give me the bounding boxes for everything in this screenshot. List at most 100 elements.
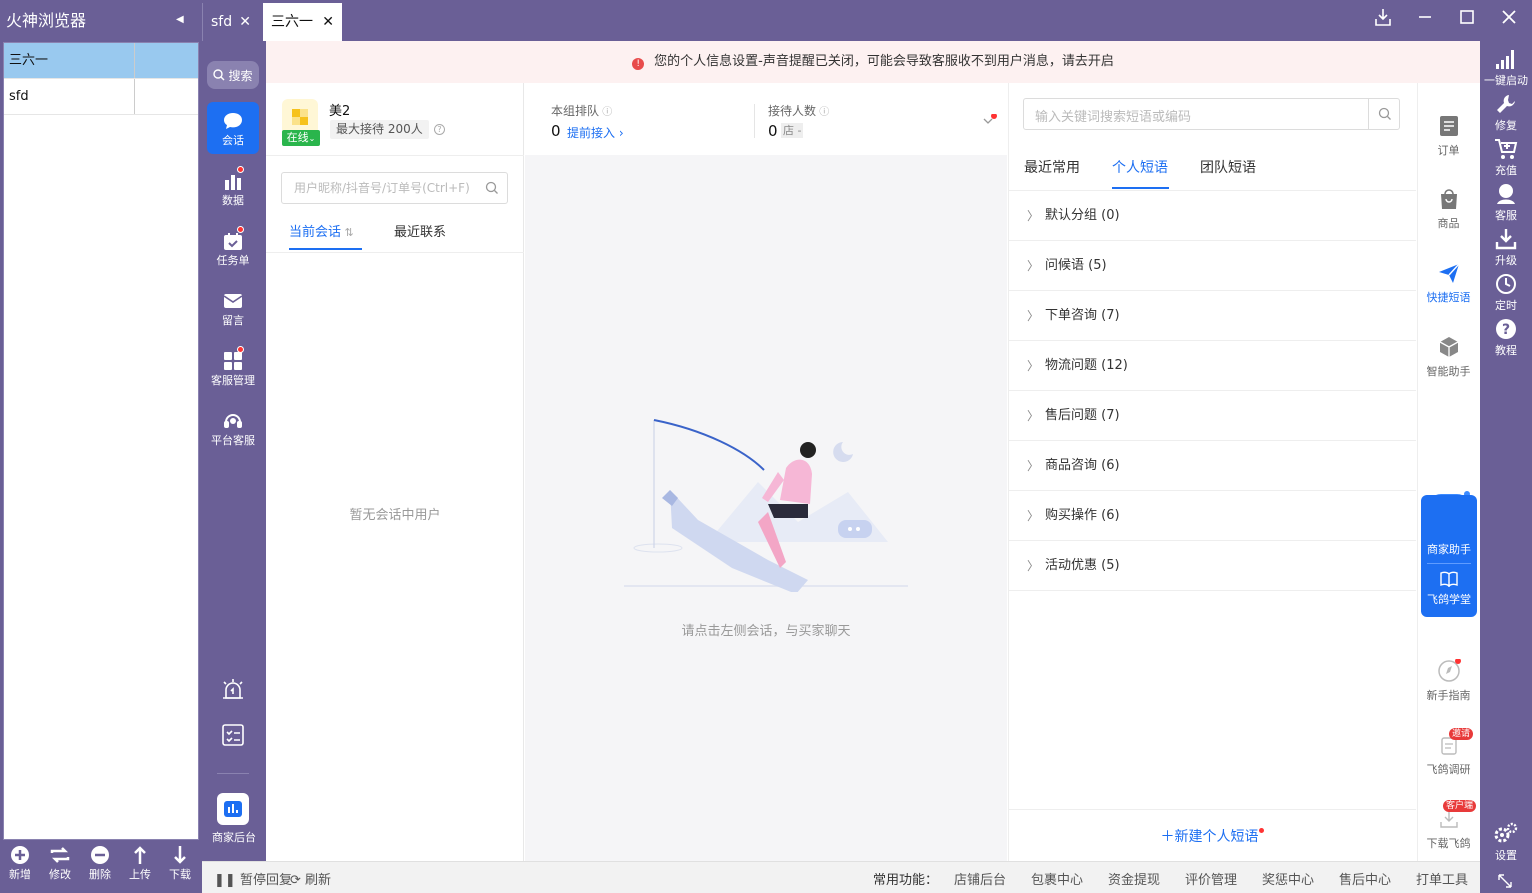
merchant-backend-icon[interactable] (217, 793, 249, 825)
phrase-group[interactable]: 〉售后问题 (7) (1008, 391, 1416, 441)
delete-account-button[interactable]: 删除 (82, 840, 118, 893)
phrase-group[interactable]: 〉默认分组 (0) (1008, 191, 1416, 241)
alarm-icon[interactable] (221, 678, 245, 700)
group-count: (12) (1101, 358, 1128, 373)
nav-item-tasks[interactable]: 任务单 (207, 222, 259, 274)
nav-item-messages[interactable]: 留言 (207, 282, 259, 334)
close-icon[interactable]: ✕ (239, 3, 251, 41)
phrase-group[interactable]: 〉商品咨询 (6) (1008, 441, 1416, 491)
recharge-button[interactable]: 充值 (1483, 136, 1529, 178)
search-icon[interactable] (485, 181, 499, 195)
link-parcel-center[interactable]: 包裹中心 (1031, 869, 1083, 888)
tab-recent-contacts[interactable]: 最近联系 (394, 221, 446, 240)
add-account-button[interactable]: 新增 (2, 840, 38, 893)
tool-products[interactable]: 商品 (1417, 186, 1480, 231)
calendar-check-icon (207, 226, 259, 252)
link-shop-backend[interactable]: 店铺后台 (954, 869, 1006, 888)
customer-service-button[interactable]: 客服 (1483, 181, 1529, 223)
chevron-right-icon: 〉 (1027, 409, 1040, 423)
chevron-right-icon: 〉 (1027, 559, 1040, 573)
nav-item-platform-cs[interactable]: 平台客服 (207, 402, 259, 454)
link-reward-center[interactable]: 奖惩中心 (1262, 869, 1314, 888)
merchant-helper-panel[interactable]: 商家助手 飞鸽学堂 (1421, 495, 1477, 617)
plus-icon: ＋ (1160, 829, 1175, 845)
sort-icon[interactable]: ⇅ (341, 226, 354, 239)
tool-quick-phrases[interactable]: 快捷短语 (1417, 260, 1480, 305)
group-name: 购买操作 (1045, 508, 1098, 523)
close-window-icon[interactable] (1498, 6, 1520, 28)
link-review-manage[interactable]: 评价管理 (1185, 869, 1237, 888)
phrase-search-button[interactable] (1368, 98, 1400, 130)
plus-circle-icon (2, 844, 38, 866)
far-right-label: 修复 (1495, 119, 1517, 132)
merchant-backend-label[interactable]: 商家后台 (203, 829, 265, 845)
maximize-icon[interactable] (1456, 6, 1478, 28)
download-client-icon: 客户端 (1417, 800, 1480, 832)
far-right-label: 升级 (1495, 254, 1517, 267)
notice-banner[interactable]: ! 您的个人信息设置-声音提醒已关闭，可能会导致客服收不到用户消息，请去开启 (266, 41, 1480, 83)
tutorial-button[interactable]: ? 教程 (1483, 316, 1529, 358)
online-status-dropdown[interactable]: 在线⌄ (282, 130, 320, 146)
far-right-label: 教程 (1495, 344, 1517, 357)
tool-research[interactable]: 邀请 飞鸽调研 (1417, 728, 1480, 777)
tool-guide[interactable]: 新手指南 (1417, 658, 1480, 703)
nav-item-label: 客服管理 (211, 374, 255, 387)
tool-smart-assistant[interactable]: 智能助手 (1417, 334, 1480, 379)
timer-button[interactable]: 定时 (1483, 271, 1529, 313)
account-row[interactable]: 三六一 (4, 43, 198, 79)
tool-orders[interactable]: 订单 (1417, 113, 1480, 158)
phrase-search-placeholder: 输入关键词搜索短语或编码 (1035, 110, 1192, 125)
phrase-group[interactable]: 〉购买操作 (6) (1008, 491, 1416, 541)
edit-account-button[interactable]: 修改 (42, 840, 78, 893)
link-print-tool[interactable]: 打单工具 (1416, 869, 1468, 888)
nav-search-button[interactable]: 搜索 (207, 61, 259, 89)
help-icon[interactable]: ⓘ (816, 107, 829, 118)
settings-button[interactable]: 设置 (1483, 821, 1529, 863)
upload-label: 上传 (129, 868, 151, 881)
group-name: 商品咨询 (1045, 458, 1098, 473)
account-row[interactable]: sfd (4, 79, 198, 115)
tab-recent-phrases[interactable]: 最近常用 (1024, 157, 1080, 177)
refresh-icon: ⟳ (290, 873, 301, 888)
nav-item-data[interactable]: 数据 (207, 162, 259, 214)
resize-icon[interactable] (1498, 874, 1512, 888)
tab-current-sessions[interactable]: 当前会话 ⇅ (289, 221, 354, 240)
upgrade-button[interactable]: 升级 (1483, 226, 1529, 268)
nav-divider (217, 773, 249, 774)
phrase-group[interactable]: 〉下单咨询 (7) (1008, 291, 1416, 341)
expand-stats-icon[interactable] (981, 114, 997, 128)
phrase-group[interactable]: 〉活动优惠 (5) (1008, 541, 1416, 591)
checklist-icon[interactable] (221, 723, 245, 747)
empty-chat-text: 请点击左侧会话，与买家聊天 (681, 624, 851, 639)
merchant-helper-label[interactable]: 商家助手 (1421, 541, 1477, 557)
tab-personal-phrases[interactable]: 个人短语 (1112, 157, 1168, 177)
phrase-group[interactable]: 〉物流问题 (12) (1008, 341, 1416, 391)
minimize-icon[interactable] (1414, 6, 1436, 28)
repair-button[interactable]: 修复 (1483, 91, 1529, 133)
tab-sfd[interactable]: sfd ✕ (202, 3, 259, 41)
chevron-right-icon: 〉 (1027, 259, 1040, 273)
tab-361[interactable]: 三六一 ✕ (263, 3, 342, 41)
help-icon[interactable]: ⓘ (599, 107, 612, 118)
customer-search-input[interactable]: 用户昵称/抖音号/订单号(Ctrl+F) (281, 172, 508, 204)
pause-reply-button[interactable]: ❚❚ 暂停回复 (214, 869, 292, 888)
tab-team-phrases[interactable]: 团队短语 (1200, 157, 1256, 177)
download-tray-icon[interactable] (1372, 6, 1394, 28)
one-click-start[interactable]: 一键启动 (1483, 46, 1529, 88)
school-label[interactable]: 飞鸽学堂 (1421, 591, 1477, 607)
link-withdraw[interactable]: 资金提现 (1108, 869, 1160, 888)
collapse-panel-icon[interactable]: ◀ (176, 14, 186, 26)
nav-item-label: 平台客服 (211, 434, 255, 447)
nav-item-cs-manage[interactable]: 客服管理 (207, 342, 259, 394)
early-access-link[interactable]: 提前接入 › (567, 124, 624, 141)
help-icon[interactable]: ? (434, 124, 445, 135)
nav-item-chat[interactable]: 会话 (207, 102, 259, 154)
new-phrase-button[interactable]: ＋新建个人短语 (1008, 826, 1416, 846)
refresh-button[interactable]: ⟳ 刷新 (290, 869, 331, 888)
link-aftersale-center[interactable]: 售后中心 (1339, 869, 1391, 888)
close-icon[interactable]: ✕ (322, 3, 334, 41)
upload-button[interactable]: 上传 (122, 840, 158, 893)
phrase-group[interactable]: 〉问候语 (5) (1008, 241, 1416, 291)
download-button[interactable]: 下载 (162, 840, 198, 893)
tool-download-client[interactable]: 客户端 下载飞鸽 (1417, 800, 1480, 851)
